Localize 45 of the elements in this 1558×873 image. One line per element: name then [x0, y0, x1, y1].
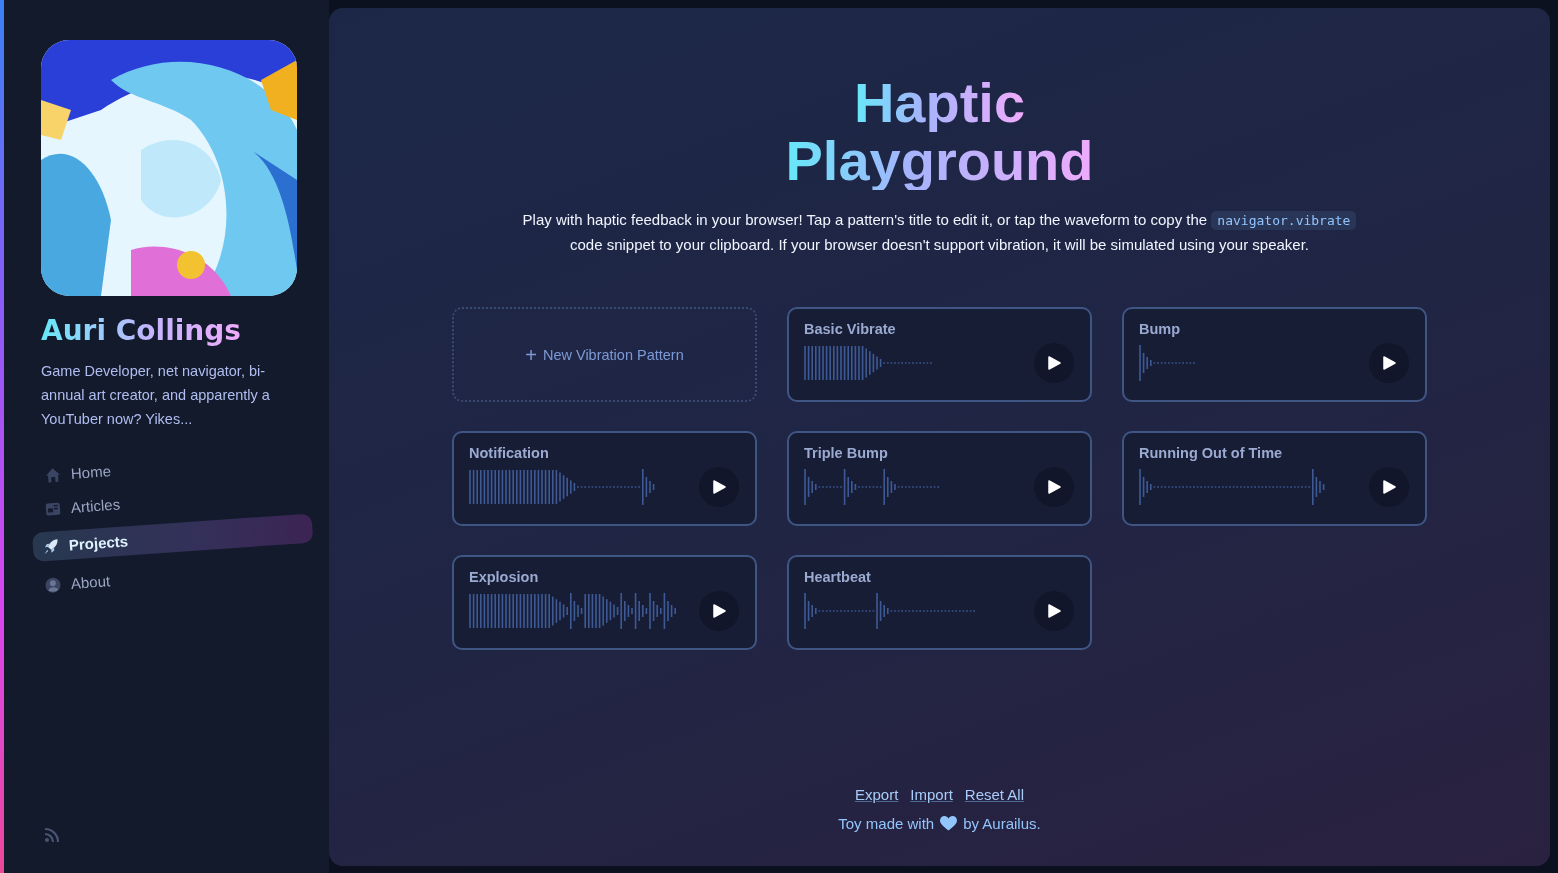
- waveform-drawing[interactable]: [469, 591, 679, 631]
- play-button[interactable]: [699, 467, 739, 507]
- profile-bio: Game Developer, net navigator, bi-annual art creator, and apparently a YouTuber now? Yikes...: [41, 362, 271, 429]
- pattern-title[interactable]: Bump: [1139, 321, 1181, 337]
- newspaper-icon: [44, 500, 62, 518]
- rss-icon[interactable]: [44, 827, 60, 843]
- new-pattern-button[interactable]: + New Vibration Pattern: [452, 307, 757, 402]
- play-button[interactable]: [1034, 591, 1074, 631]
- footer-link[interactable]: Export: [854, 786, 899, 803]
- pattern-title[interactable]: Heartbeat: [804, 569, 871, 585]
- footer-link[interactable]: Reset All: [964, 786, 1025, 803]
- code-snippet: navigator.vibrate: [1211, 211, 1357, 230]
- play-icon: [1047, 604, 1061, 618]
- pattern-title[interactable]: Explosion: [469, 569, 539, 585]
- waveform-drawing[interactable]: [804, 343, 935, 383]
- play-icon: [1382, 480, 1396, 494]
- play-button[interactable]: [1034, 343, 1074, 383]
- footer-link[interactable]: Import: [910, 786, 953, 803]
- credit-text: Toy made with: [838, 815, 935, 832]
- home-icon: [44, 466, 62, 484]
- play-icon: [1047, 480, 1061, 494]
- play-button[interactable]: [1369, 467, 1409, 507]
- nav-item[interactable]: About: [40, 570, 111, 596]
- play-icon: [1382, 356, 1396, 370]
- pattern-title[interactable]: Notification: [469, 445, 549, 461]
- play-button[interactable]: [699, 591, 739, 631]
- pattern-title[interactable]: Triple Bump: [804, 445, 888, 461]
- play-button[interactable]: [1369, 343, 1409, 383]
- credit-text[interactable]: by Aurailus.: [963, 815, 1041, 832]
- nav-item[interactable]: Home: [40, 460, 112, 486]
- heart-icon: [940, 816, 958, 831]
- nav-item[interactable]: Projects: [32, 513, 314, 562]
- pattern-title[interactable]: Basic Vibrate: [804, 321, 896, 337]
- play-icon: [712, 480, 726, 494]
- play-icon: [1047, 356, 1061, 370]
- description-text: code snippet to your clipboard. If your browser doesn't support vibration, it will be simulated using your speaker.: [569, 236, 1310, 253]
- waveform-drawing[interactable]: [804, 467, 942, 507]
- waveform-drawing[interactable]: [804, 591, 978, 631]
- pattern-title[interactable]: Running Out of Time: [1139, 445, 1283, 461]
- play-icon: [712, 604, 726, 618]
- rocket-icon: [42, 537, 60, 555]
- person-icon: [44, 576, 62, 594]
- waveform-drawing[interactable]: [1139, 343, 1198, 383]
- play-button[interactable]: [1034, 467, 1074, 507]
- description-text: Play with haptic feedback in your browser! Tap a pattern's title to edit it, or tap the waveform to copy the: [522, 211, 1208, 228]
